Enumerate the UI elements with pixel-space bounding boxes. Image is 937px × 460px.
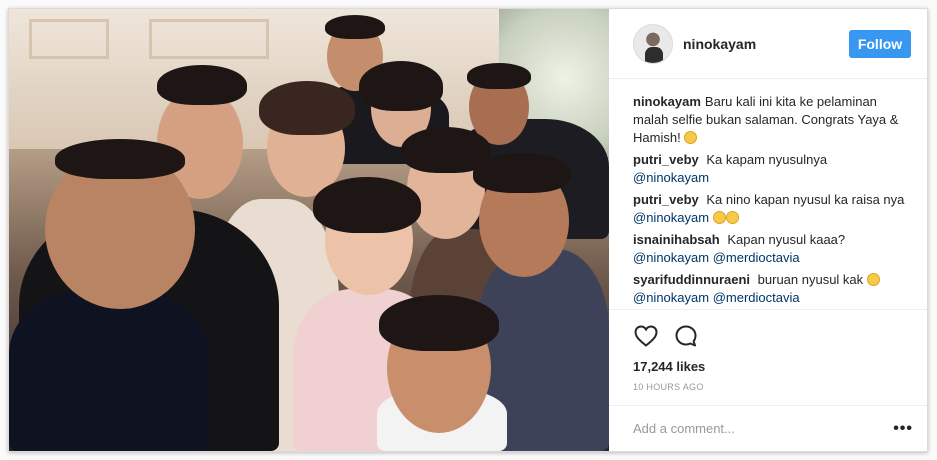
photo-person-hair <box>379 295 499 351</box>
post-side-panel: ninokayam Follow ninokayam Baru kali ini … <box>609 9 927 451</box>
comment-text: Ka kapam nyusulnya <box>706 152 828 167</box>
post-timestamp[interactable]: 10 HOURS AGO <box>609 374 927 392</box>
photo-person-body <box>9 289 209 451</box>
comment-text: buruan nyusul kak <box>757 272 864 287</box>
photo-person-hair <box>359 61 443 111</box>
photo-person-hair <box>313 177 421 233</box>
photo-wall-panel <box>149 19 269 59</box>
photo-person-hair <box>55 139 185 179</box>
comment-text: Kapan nyusul kaaa? <box>727 232 846 247</box>
comment-bubble-icon[interactable] <box>673 323 699 349</box>
photo-person-hair <box>157 65 247 105</box>
list-item: putri_veby Ka kapam nyusulnya @ninokayam <box>633 151 909 187</box>
list-item: isnainihabsah Kapan nyusul kaaa? @ninoka… <box>633 231 909 267</box>
photo-person-hair <box>473 153 571 193</box>
photo-wall-panel <box>29 19 109 59</box>
comment-mention[interactable]: @merdioctavia <box>713 250 800 265</box>
comment-input[interactable] <box>633 421 894 436</box>
comment-text: Ka nino kapan nyusul ka raisa nya <box>706 192 905 207</box>
heart-icon[interactable] <box>633 323 659 349</box>
caption: ninokayam Baru kali ini kita ke pelaminan… <box>633 93 909 147</box>
photo-person-hair <box>325 15 385 39</box>
comment-mention[interactable]: @merdioctavia <box>713 290 800 305</box>
comment-list: ninokayam Baru kali ini kita ke pelaminan… <box>609 79 927 309</box>
comment-mention[interactable]: @ninokayam <box>633 210 709 225</box>
grinning-face-icon <box>866 273 880 286</box>
add-comment-bar: ••• <box>609 405 927 451</box>
photo-person-hair <box>467 63 531 89</box>
post-username[interactable]: ninokayam <box>683 36 849 52</box>
caption-username[interactable]: ninokayam <box>633 94 701 109</box>
avatar[interactable] <box>633 23 673 64</box>
more-options-icon[interactable]: ••• <box>893 420 913 438</box>
post-header: ninokayam Follow <box>609 9 927 79</box>
comment-mention[interactable]: @ninokayam <box>633 250 709 265</box>
post-frame: ninokayam Follow ninokayam Baru kali ini … <box>8 8 928 452</box>
list-item: putri_veby Ka nino kapan nyusul ka raisa… <box>633 191 909 227</box>
comment-mention[interactable]: @ninokayam <box>633 170 709 185</box>
like-count[interactable]: 17,244 likes <box>609 349 927 374</box>
smiling-face-icon <box>684 131 698 144</box>
grinning-face-icon <box>712 211 726 224</box>
post-actions <box>609 309 927 349</box>
photo-person-hair <box>259 81 355 135</box>
comment-username[interactable]: syarifuddinnuraeni <box>633 272 750 287</box>
list-item: syarifuddinnuraeni buruan nyusul kak @ni… <box>633 271 909 307</box>
grinning-face-icon <box>725 211 739 224</box>
follow-button[interactable]: Follow <box>849 29 911 58</box>
comment-username[interactable]: putri_veby <box>633 192 699 207</box>
comment-username[interactable]: putri_veby <box>633 152 699 167</box>
comment-mention[interactable]: @ninokayam <box>633 290 709 305</box>
post-photo[interactable] <box>9 9 609 451</box>
comment-username[interactable]: isnainihabsah <box>633 232 720 247</box>
